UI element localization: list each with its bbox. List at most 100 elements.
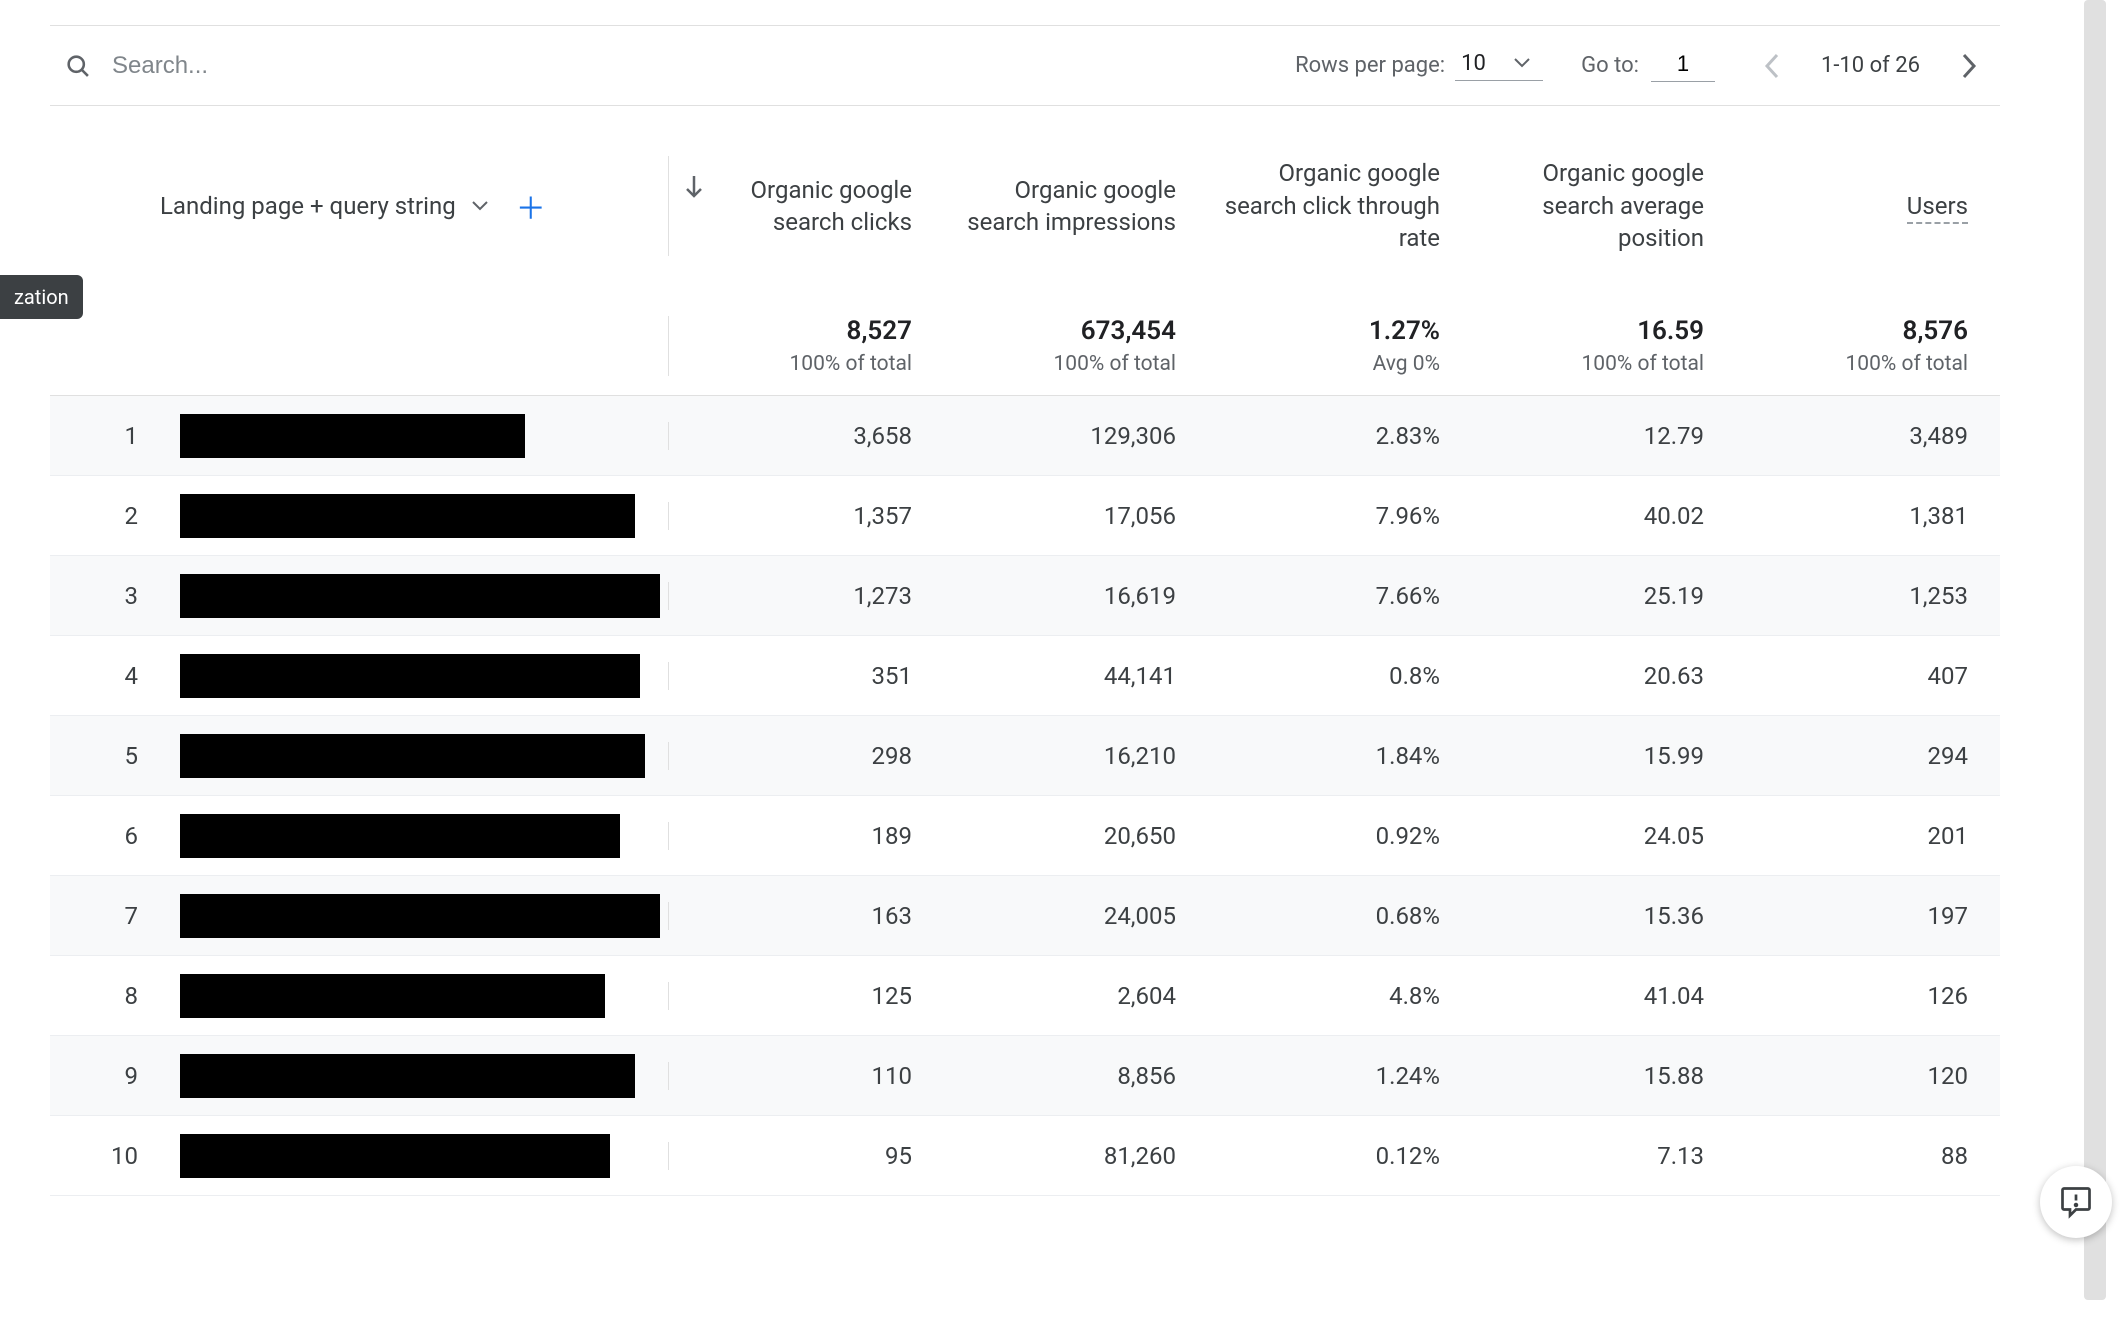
caret-down-icon	[1514, 58, 1530, 68]
goto-label: Go to:	[1581, 53, 1639, 78]
table-row[interactable]: 31,27316,6197.66%25.191,253	[50, 556, 2000, 636]
redacted-dimension-value	[180, 974, 605, 1018]
table-row[interactable]: 6 18920,6500.92%24.05201	[50, 796, 2000, 876]
metric-cell: 7.96%	[1196, 502, 1460, 530]
table-row[interactable]: 435144,1410.8%20.63407	[50, 636, 2000, 716]
column-header-label: Organic google search impressions	[967, 176, 1176, 236]
total-sublabel: 100% of total	[932, 352, 1176, 376]
row-index: 3	[50, 582, 180, 610]
table-toolbar: Rows per page: 10 Go to: 1-10 of 26	[50, 26, 2000, 106]
metric-cell: 1.84%	[1196, 742, 1460, 770]
table-totals-row: 8,527 100% of total 673,454 100% of tota…	[50, 306, 2000, 396]
metric-cell: 1,357	[668, 502, 932, 530]
dimension-picker[interactable]: Landing page + query string	[160, 192, 456, 220]
redacted-dimension-value	[180, 654, 640, 698]
table-row[interactable]: 13,658129,3062.83%12.793,489	[50, 396, 2000, 476]
metric-cell: 298	[668, 742, 932, 770]
search-icon[interactable]	[60, 48, 96, 84]
redacted-dimension-value	[180, 414, 525, 458]
metric-cell: 0.12%	[1196, 1142, 1460, 1170]
table-row[interactable]: 716324,0050.68%15.36197	[50, 876, 2000, 956]
metric-cell: 40.02	[1460, 502, 1724, 530]
vertical-scrollbar-thumb[interactable]	[2084, 0, 2106, 1300]
metric-cell: 189	[668, 822, 932, 850]
total-sublabel: 100% of total	[1460, 352, 1704, 376]
metric-cell: 129,306	[932, 422, 1196, 450]
row-index: 9	[50, 1062, 180, 1090]
column-header-label: Users	[1907, 192, 1968, 224]
metric-cell: 12.79	[1460, 422, 1724, 450]
search-input[interactable]	[110, 51, 410, 81]
row-index: 7	[50, 902, 180, 930]
metric-cell: 81,260	[932, 1142, 1196, 1170]
redacted-dimension-value	[180, 894, 660, 938]
metric-cell: 0.8%	[1196, 662, 1460, 690]
metric-cell: 20,650	[932, 822, 1196, 850]
column-header-clicks[interactable]: Organic google search clicks	[668, 156, 932, 257]
column-header-users[interactable]: Users	[1724, 172, 1988, 240]
total-value: 8,527	[669, 316, 912, 346]
caret-down-icon[interactable]	[472, 201, 488, 211]
row-index: 6	[50, 822, 180, 850]
metric-cell: 0.68%	[1196, 902, 1460, 930]
metric-cell: 95	[668, 1142, 932, 1170]
goto-input[interactable]	[1651, 50, 1715, 82]
table-row[interactable]: 21,35717,0567.96%40.021,381	[50, 476, 2000, 556]
total-sublabel: 100% of total	[1724, 352, 1968, 376]
feedback-button[interactable]	[2040, 1166, 2112, 1238]
table-row[interactable]: 81252,6044.8%41.04126	[50, 956, 2000, 1036]
metric-cell: 15.36	[1460, 902, 1724, 930]
metric-cell: 17,056	[932, 502, 1196, 530]
metric-cell: 0.92%	[1196, 822, 1460, 850]
column-header-label: Organic google search clicks	[751, 176, 912, 236]
table-row[interactable]: 91108,8561.24%15.88120	[50, 1036, 2000, 1116]
column-header-label: Organic google search average position	[1542, 159, 1704, 252]
total-sublabel: Avg 0%	[1196, 352, 1440, 376]
redacted-dimension-value	[180, 1054, 635, 1098]
metric-cell: 3,658	[668, 422, 932, 450]
metric-cell: 41.04	[1460, 982, 1724, 1010]
table-row[interactable]: 529816,2101.84%15.99294	[50, 716, 2000, 796]
metric-cell: 15.99	[1460, 742, 1724, 770]
rows-per-page-label: Rows per page:	[1295, 53, 1445, 78]
metric-cell: 351	[668, 662, 932, 690]
table-header-row: Landing page + query string ＋ Organic go…	[50, 106, 2000, 306]
metric-cell: 44,141	[932, 662, 1196, 690]
total-value: 673,454	[932, 316, 1176, 346]
add-dimension-button[interactable]: ＋	[504, 184, 546, 228]
column-header-impressions[interactable]: Organic google search impressions	[932, 156, 1196, 257]
metric-cell: 24,005	[932, 902, 1196, 930]
table-row[interactable]: 109581,2600.12%7.1388	[50, 1116, 2000, 1196]
metric-cell: 16,619	[932, 582, 1196, 610]
total-value: 16.59	[1460, 316, 1704, 346]
metric-cell: 3,489	[1724, 422, 1988, 450]
metric-cell: 163	[668, 902, 932, 930]
redacted-dimension-value	[180, 494, 635, 538]
metric-cell: 1.24%	[1196, 1062, 1460, 1090]
total-value: 1.27%	[1196, 316, 1440, 346]
rows-per-page-value: 10	[1461, 51, 1486, 76]
metric-cell: 24.05	[1460, 822, 1724, 850]
column-header-ctr[interactable]: Organic google search click through rate	[1196, 139, 1460, 272]
sort-descending-icon	[683, 174, 705, 200]
column-header-avg-position[interactable]: Organic google search average position	[1460, 139, 1724, 272]
metric-cell: 88	[1724, 1142, 1988, 1170]
rows-per-page-select[interactable]: 10	[1455, 51, 1543, 81]
column-header-label: Organic google search click through rate	[1225, 159, 1440, 252]
row-index: 10	[50, 1142, 180, 1170]
metric-cell: 2.83%	[1196, 422, 1460, 450]
next-page-button[interactable]	[1946, 44, 1990, 88]
chevron-right-icon	[1958, 51, 1978, 81]
metric-cell: 201	[1724, 822, 1988, 850]
total-value: 8,576	[1724, 316, 1968, 346]
metric-cell: 7.66%	[1196, 582, 1460, 610]
metric-cell: 120	[1724, 1062, 1988, 1090]
prev-page-button[interactable]	[1751, 44, 1795, 88]
feedback-icon	[2058, 1184, 2094, 1220]
metric-cell: 15.88	[1460, 1062, 1724, 1090]
metric-cell: 25.19	[1460, 582, 1724, 610]
row-index: 5	[50, 742, 180, 770]
metric-cell: 2,604	[932, 982, 1196, 1010]
total-sublabel: 100% of total	[669, 352, 912, 376]
metric-cell: 126	[1724, 982, 1988, 1010]
